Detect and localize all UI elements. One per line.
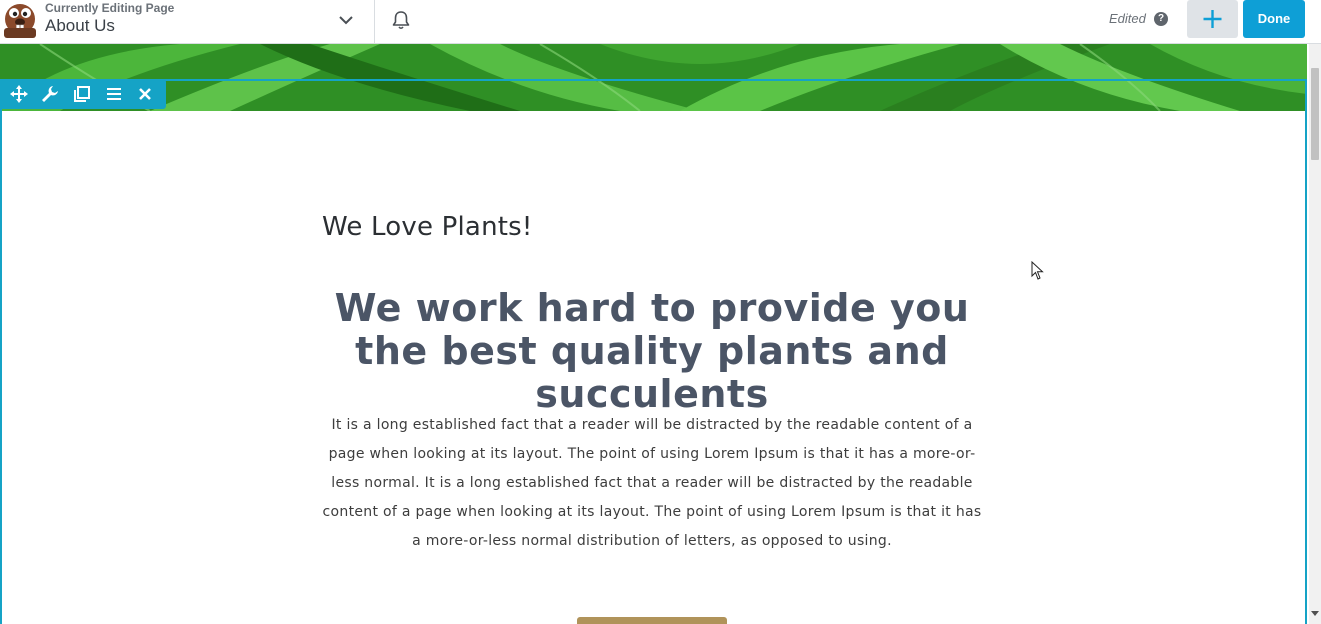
scroll-down-arrow-icon[interactable]: [1311, 608, 1319, 618]
page-title[interactable]: About Us: [45, 15, 174, 37]
wrench-icon[interactable]: [40, 84, 60, 104]
edited-status: Edited: [1109, 11, 1146, 26]
leaf-background-image: [0, 44, 1307, 111]
body-paragraph[interactable]: It is a long established fact that a rea…: [322, 411, 982, 556]
scrollbar-thumb[interactable]: [1311, 68, 1319, 160]
leaf-banner-row[interactable]: [0, 44, 1307, 111]
editing-caption: Currently Editing Page: [45, 1, 175, 15]
move-icon[interactable]: [9, 84, 29, 104]
about-content-section: We Love Plants! We work hard to provide …: [0, 111, 1305, 624]
add-content-button[interactable]: [1187, 0, 1238, 38]
page-switcher[interactable]: Currently Editing Page About Us: [45, 1, 174, 37]
editor-topbar: Currently Editing Page About Us Edited ?…: [0, 0, 1321, 44]
bell-icon[interactable]: [390, 9, 412, 31]
close-icon[interactable]: [135, 84, 155, 104]
done-button[interactable]: Done: [1243, 0, 1305, 38]
row-toolbar: [0, 79, 166, 109]
duplicate-icon[interactable]: [72, 84, 92, 104]
menu-icon[interactable]: [104, 84, 124, 104]
topbar-divider: [374, 0, 375, 43]
cta-button[interactable]: [577, 617, 727, 624]
main-headline[interactable]: We work hard to provide you the best qua…: [322, 287, 982, 416]
chevron-down-icon[interactable]: [337, 11, 355, 29]
beaver-logo-icon: [4, 4, 36, 38]
plus-icon: [1203, 10, 1222, 28]
section-heading[interactable]: We Love Plants!: [322, 212, 533, 242]
vertical-scrollbar[interactable]: [1309, 44, 1321, 624]
help-icon[interactable]: ?: [1154, 12, 1168, 26]
